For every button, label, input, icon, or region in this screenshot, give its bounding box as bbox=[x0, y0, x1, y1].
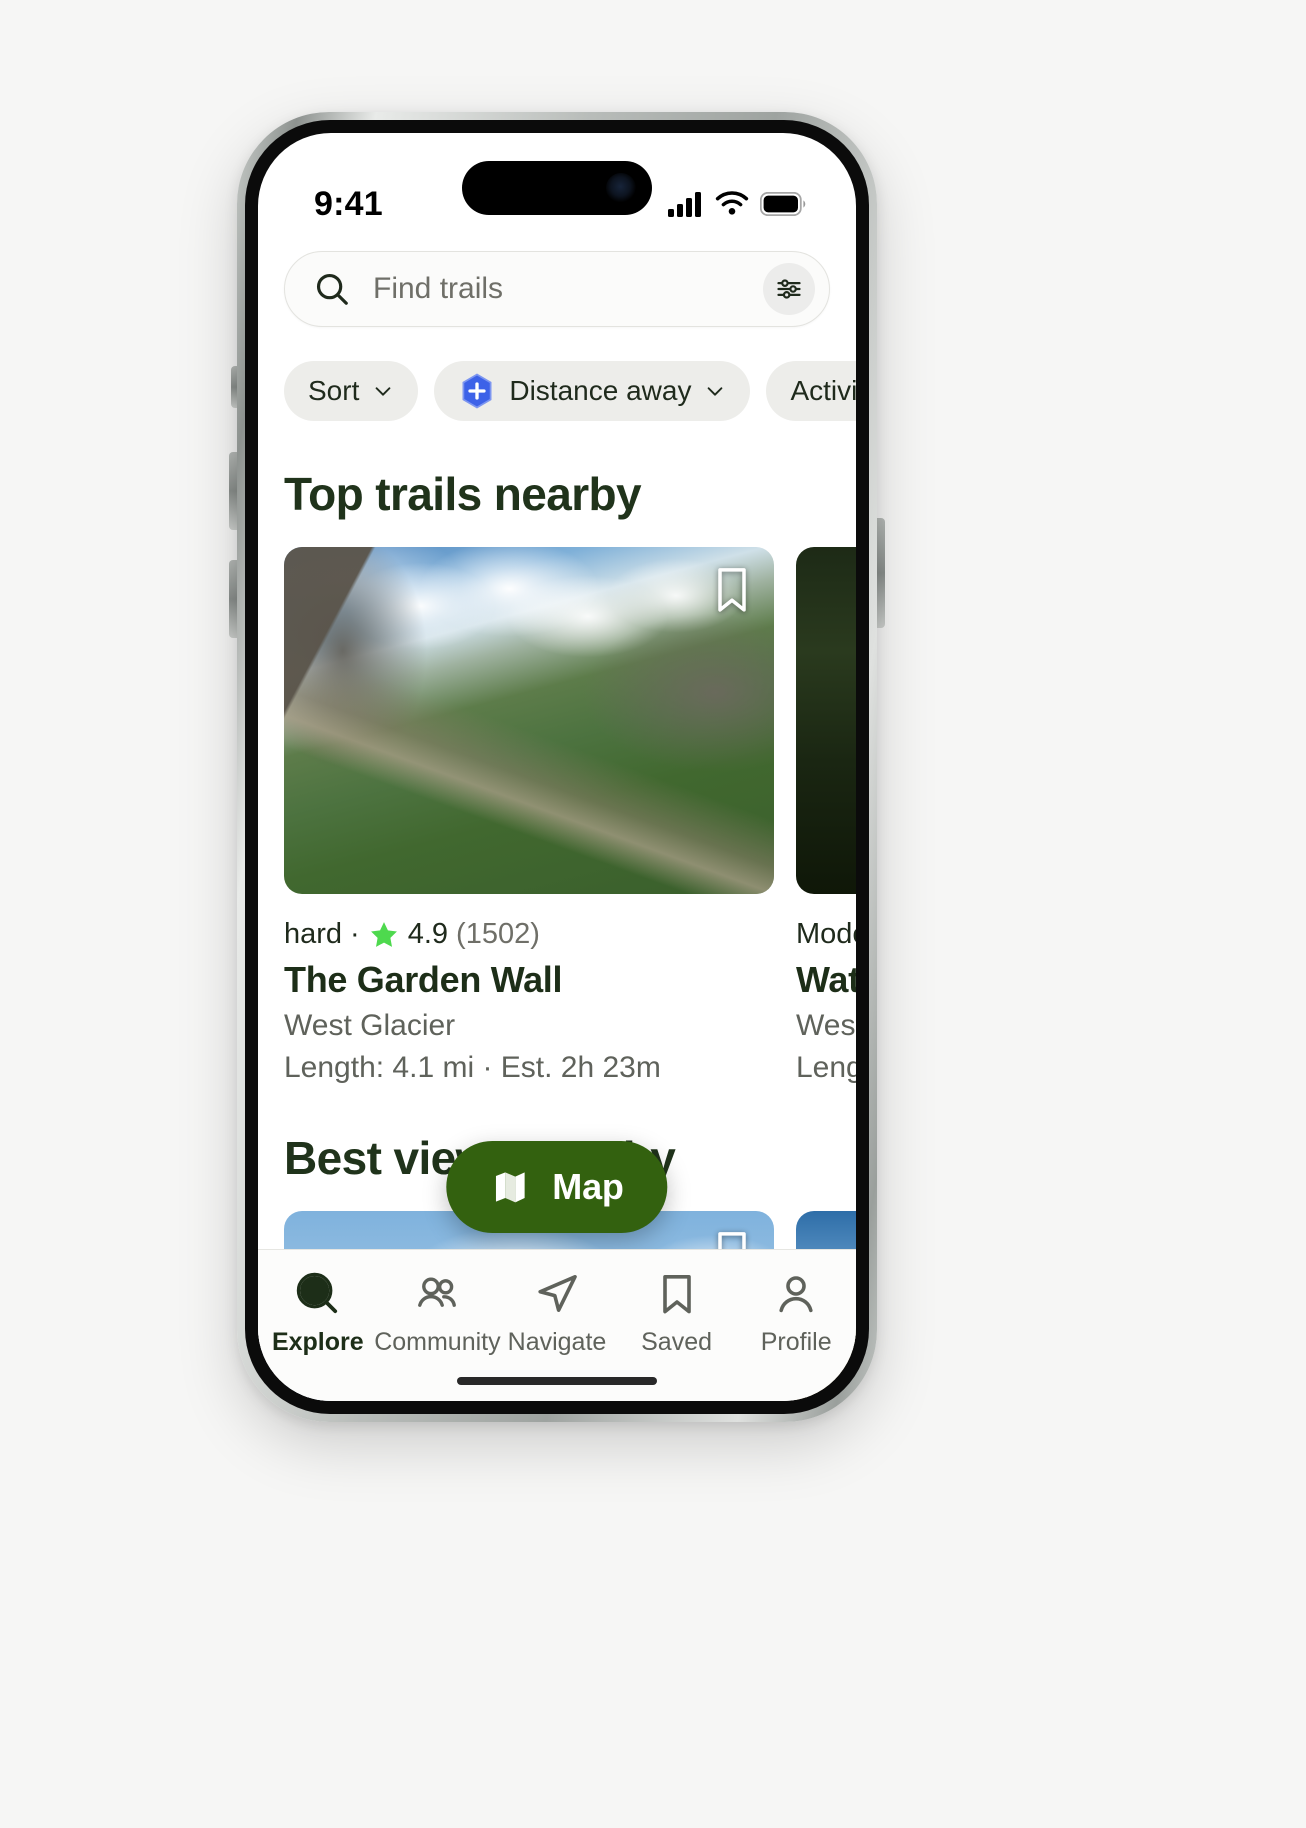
front-camera-lens bbox=[606, 173, 636, 203]
trail-area: West Glacier bbox=[284, 1009, 456, 1042]
carousel-top-trails[interactable]: hard · 4.9 (1502) The Garden Wall West G… bbox=[258, 547, 856, 1085]
trail-difficulty: Mode bbox=[796, 918, 856, 950]
trail-difficulty: hard bbox=[284, 918, 343, 950]
phone-frame: 9:41 Find trails Sort Distance away Acti… bbox=[237, 112, 877, 1422]
tab-explore[interactable]: Explore bbox=[259, 1270, 377, 1357]
trail-rating: 4.9 bbox=[407, 918, 449, 950]
tab-label: Saved bbox=[641, 1328, 713, 1356]
meta-separator: · bbox=[350, 918, 360, 950]
chevron-down-icon bbox=[375, 387, 391, 396]
status-indicators bbox=[668, 191, 806, 217]
dynamic-island bbox=[462, 161, 652, 215]
search-row: Find trails bbox=[258, 245, 856, 327]
chip-sort[interactable]: Sort bbox=[284, 361, 419, 421]
chip-label: Sort bbox=[308, 375, 360, 406]
star-icon bbox=[370, 921, 397, 947]
trail-meta-row: hard · 4.9 (1502) bbox=[284, 918, 774, 951]
trail-stats: Lengt bbox=[796, 1051, 856, 1084]
trail-name: Wate bbox=[796, 959, 856, 1000]
chip-label: Distance away bbox=[509, 375, 692, 406]
battery-icon bbox=[760, 192, 806, 216]
home-indicator[interactable] bbox=[457, 1377, 657, 1385]
bookmark-icon bbox=[662, 1275, 691, 1314]
chip-distance-away[interactable]: Distance away bbox=[434, 361, 751, 421]
search-bar[interactable]: Find trails bbox=[284, 251, 830, 327]
map-icon bbox=[495, 1172, 525, 1203]
filter-chip-row[interactable]: Sort Distance away Activi bbox=[258, 327, 856, 421]
filter-button[interactable] bbox=[763, 263, 815, 315]
section-title-top-trails: Top trails nearby bbox=[284, 468, 642, 520]
search-input[interactable]: Find trails bbox=[373, 272, 741, 306]
trail-review-count: (1502) bbox=[456, 918, 540, 950]
sliders-filter-icon bbox=[777, 279, 801, 299]
search-icon bbox=[316, 273, 348, 305]
chevron-down-icon bbox=[708, 387, 723, 396]
tab-label: Profile bbox=[760, 1328, 832, 1356]
bookmark-icon bbox=[718, 568, 746, 612]
screenshot-stage: 9:41 Find trails Sort Distance away Acti… bbox=[0, 0, 1306, 1828]
wifi-icon bbox=[715, 191, 749, 215]
status-time: 9:41 bbox=[314, 184, 383, 223]
navigation-arrow-icon bbox=[538, 1275, 577, 1312]
trail-stats: Length: 4.1 mi · Est. 2h 23m bbox=[284, 1051, 661, 1084]
map-button[interactable]: Map bbox=[446, 1141, 668, 1233]
person-icon bbox=[779, 1276, 813, 1313]
map-button-label: Map bbox=[552, 1166, 624, 1207]
power-button[interactable] bbox=[876, 518, 885, 628]
trail-name: The Garden Wall bbox=[284, 959, 563, 1000]
tab-navigate[interactable]: Navigate bbox=[498, 1270, 616, 1357]
trail-photo[interactable] bbox=[284, 547, 774, 894]
phone-screen: 9:41 Find trails Sort Distance away Acti… bbox=[258, 133, 856, 1401]
plus-hexagon-badge-icon bbox=[462, 373, 492, 409]
chip-label: Activity bbox=[790, 375, 856, 406]
cellular-signal-icon bbox=[668, 192, 701, 217]
chip-activity[interactable]: Activity bbox=[766, 361, 856, 421]
tab-label: Explore bbox=[271, 1328, 364, 1356]
tab-saved[interactable]: Saved bbox=[618, 1270, 736, 1357]
tab-profile[interactable]: Profile bbox=[737, 1270, 855, 1357]
trail-card[interactable]: hard · 4.9 (1502) The Garden Wall West G… bbox=[284, 547, 774, 1085]
bookmark-button[interactable] bbox=[710, 565, 754, 615]
phone-bezel: 9:41 Find trails Sort Distance away Acti… bbox=[245, 120, 869, 1414]
tab-community[interactable]: Community bbox=[374, 1270, 501, 1357]
trail-card[interactable]: Mode Wate West Lengt bbox=[796, 547, 856, 1085]
trail-area: West bbox=[796, 1009, 856, 1042]
search-filled-icon bbox=[296, 1272, 337, 1314]
tab-label: Navigate bbox=[507, 1328, 607, 1356]
trail-photo[interactable] bbox=[796, 547, 856, 894]
trail-meta-row: Mode bbox=[796, 918, 856, 951]
people-icon bbox=[418, 1277, 457, 1307]
tab-label: Community bbox=[374, 1328, 501, 1356]
